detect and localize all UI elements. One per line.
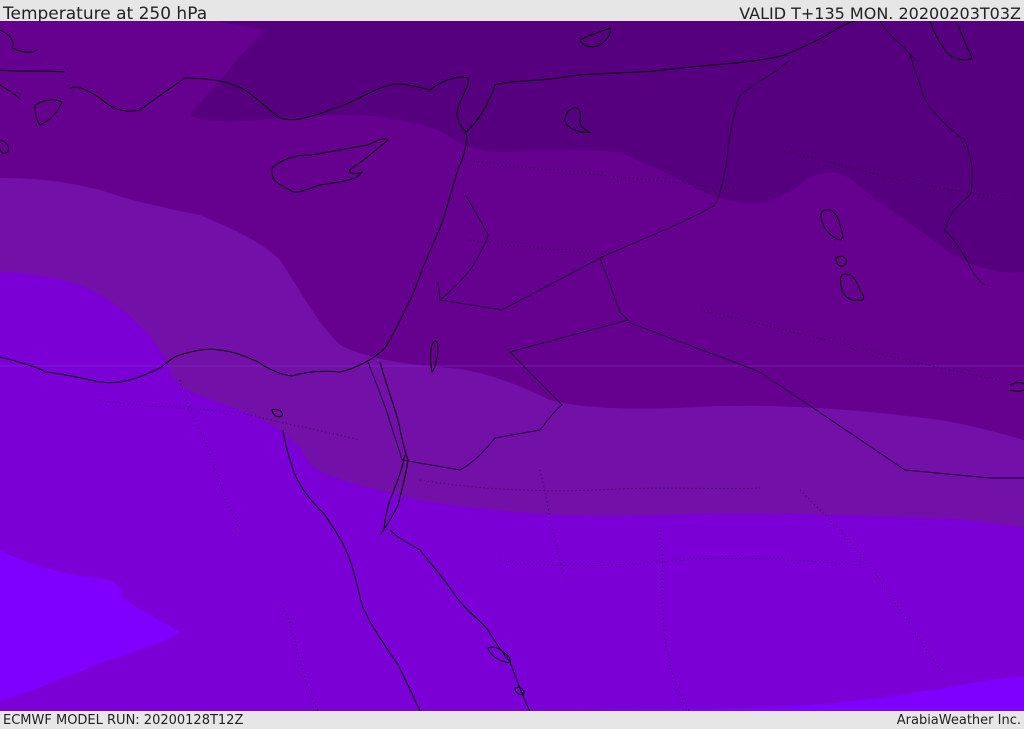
map-svg bbox=[0, 21, 1024, 711]
header-bar: Temperature at 250 hPa VALID T+135 MON. … bbox=[0, 0, 1024, 24]
footer-bar: ECMWF MODEL RUN: 20200128T12Z ArabiaWeat… bbox=[0, 711, 1024, 729]
temperature-map bbox=[0, 21, 1024, 711]
credit-label: ArabiaWeather Inc. bbox=[896, 713, 1021, 728]
model-run-label: ECMWF MODEL RUN: 20200128T12Z bbox=[3, 713, 244, 728]
